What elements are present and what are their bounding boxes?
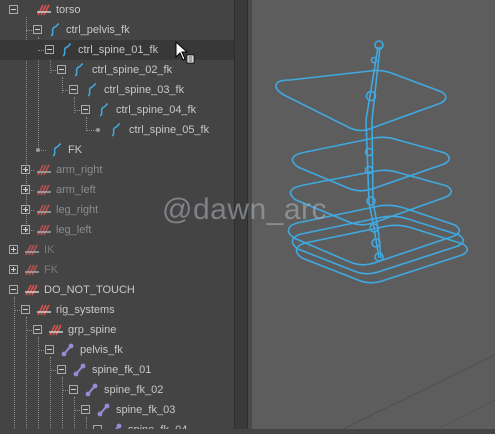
outliner-row-spine-fk-04[interactable]: spine_fk_04 [0, 420, 234, 429]
outliner-row-pelvis-fk[interactable]: pelvis_fk [0, 340, 234, 360]
expand-toggle[interactable] [21, 185, 30, 194]
mouse-cursor-icon [175, 41, 195, 64]
outliner-label: ctrl_spine_01_fk [78, 44, 159, 56]
joint-icon [61, 343, 74, 357]
outliner-label: FK [44, 264, 59, 276]
outliner-label: rig_systems [56, 304, 115, 316]
collapse-toggle[interactable] [21, 305, 30, 314]
outliner-row-spine-fk-03[interactable]: spine_fk_03 [0, 400, 234, 420]
outliner-row-ctrl-spine-02-fk[interactable]: ctrl_spine_02_fk [0, 60, 234, 80]
outliner-row-ctrl-spine-04-fk[interactable]: ctrl_spine_04_fk [0, 100, 234, 120]
outliner-label: ctrl_spine_04_fk [116, 104, 197, 116]
outliner-label: leg_right [56, 204, 99, 216]
outliner-label: IK [44, 244, 55, 256]
outliner-row-ctrl-spine-03-fk[interactable]: ctrl_spine_03_fk [0, 80, 234, 100]
collapse-toggle[interactable] [57, 65, 66, 74]
expand-toggle[interactable] [21, 165, 30, 174]
spine-joint [374, 40, 384, 50]
outliner-row-spine-fk-02[interactable]: spine_fk_02 [0, 380, 234, 400]
leaf-node-dot [96, 128, 100, 132]
collapse-toggle[interactable] [69, 85, 78, 94]
outliner-label: spine_fk_04 [128, 423, 187, 429]
outliner-label: ctrl_spine_05_fk [129, 124, 210, 136]
outliner-label: leg_left [56, 224, 92, 236]
outliner-label: ctrl_spine_03_fk [104, 84, 185, 96]
nurbs-curve-icon [50, 23, 60, 37]
outliner-row-grp-spine[interactable]: grp_spine [0, 320, 234, 340]
outliner-label: grp_spine [68, 324, 117, 336]
group-transform-icon [25, 284, 39, 296]
outliner-label: torso [56, 4, 81, 16]
outliner-row-do-not-touch[interactable]: DO_NOT_TOUCH [0, 280, 234, 300]
collapse-toggle[interactable] [45, 345, 54, 354]
joint-icon [85, 383, 98, 397]
outliner-row-ik[interactable]: IK [0, 240, 234, 260]
outliner-label: DO_NOT_TOUCH [44, 284, 135, 296]
outliner-label: spine_fk_02 [104, 384, 164, 396]
nurbs-curve-icon [52, 143, 62, 157]
nurbs-curve-icon [62, 43, 72, 57]
outliner-label: spine_fk_03 [116, 404, 176, 416]
collapse-toggle[interactable] [57, 365, 66, 374]
group-transform-icon [37, 204, 51, 216]
outliner-label: FK [68, 144, 83, 156]
outliner-label: arm_left [56, 184, 96, 196]
outliner-row-ctrl-spine-05-fk[interactable]: ctrl_spine_05_fk [0, 120, 234, 140]
group-transform-icon [49, 324, 63, 336]
leaf-node-dot [36, 148, 40, 152]
group-transform-icon [37, 224, 51, 236]
group-transform-icon [25, 264, 39, 276]
outliner-row-fk-curve[interactable]: FK [0, 140, 234, 160]
outliner-row-torso[interactable]: torso [0, 0, 234, 20]
group-transform-icon [37, 164, 51, 176]
collapse-toggle[interactable] [33, 25, 42, 34]
outliner-label: ctrl_spine_02_fk [92, 64, 173, 76]
collapse-toggle[interactable] [81, 105, 90, 114]
joint-icon [97, 403, 110, 417]
outliner-label: spine_fk_01 [92, 364, 152, 376]
expand-toggle[interactable] [9, 245, 18, 254]
group-transform-icon [37, 184, 51, 196]
outliner-label: ctrl_pelvis_fk [66, 24, 130, 36]
collapse-toggle[interactable] [9, 285, 18, 294]
expand-toggle[interactable] [21, 205, 30, 214]
outliner-row-fk-group[interactable]: FK [0, 260, 234, 280]
joint-icon [114, 423, 122, 429]
group-transform-icon [25, 244, 39, 256]
collapse-toggle[interactable] [9, 5, 18, 14]
outliner-row-spine-fk-01[interactable]: spine_fk_01 [0, 360, 234, 380]
group-transform-icon [37, 4, 51, 16]
nurbs-curve-icon [74, 63, 84, 77]
collapse-toggle[interactable] [69, 385, 78, 394]
outliner-row-rig-systems[interactable]: rig_systems [0, 300, 234, 320]
outliner-row-ctrl-pelvis-fk[interactable]: ctrl_pelvis_fk [0, 20, 234, 40]
collapse-toggle[interactable] [81, 405, 90, 414]
nurbs-curve-icon [99, 103, 109, 117]
expand-toggle[interactable] [21, 225, 30, 234]
collapse-toggle[interactable] [45, 45, 54, 54]
spine-joint [370, 56, 378, 64]
nurbs-curve-icon [87, 83, 97, 97]
nurbs-curve-controls [275, 40, 469, 284]
outliner-label: pelvis_fk [80, 344, 123, 356]
spine-control-ring [275, 69, 447, 132]
group-transform-icon [37, 304, 51, 316]
expand-toggle[interactable] [9, 265, 18, 274]
outliner-label: arm_right [56, 164, 103, 176]
collapse-toggle[interactable] [33, 325, 42, 334]
joint-icon [73, 363, 86, 377]
outliner-row-ctrl-spine-01-fk[interactable]: ctrl_spine_01_fk [0, 40, 234, 60]
nurbs-curve-icon [111, 123, 121, 137]
outliner-row-arm-right[interactable]: arm_right [0, 160, 234, 180]
watermark-text: @dawn_arc [162, 193, 328, 226]
collapse-toggle[interactable] [93, 425, 102, 429]
